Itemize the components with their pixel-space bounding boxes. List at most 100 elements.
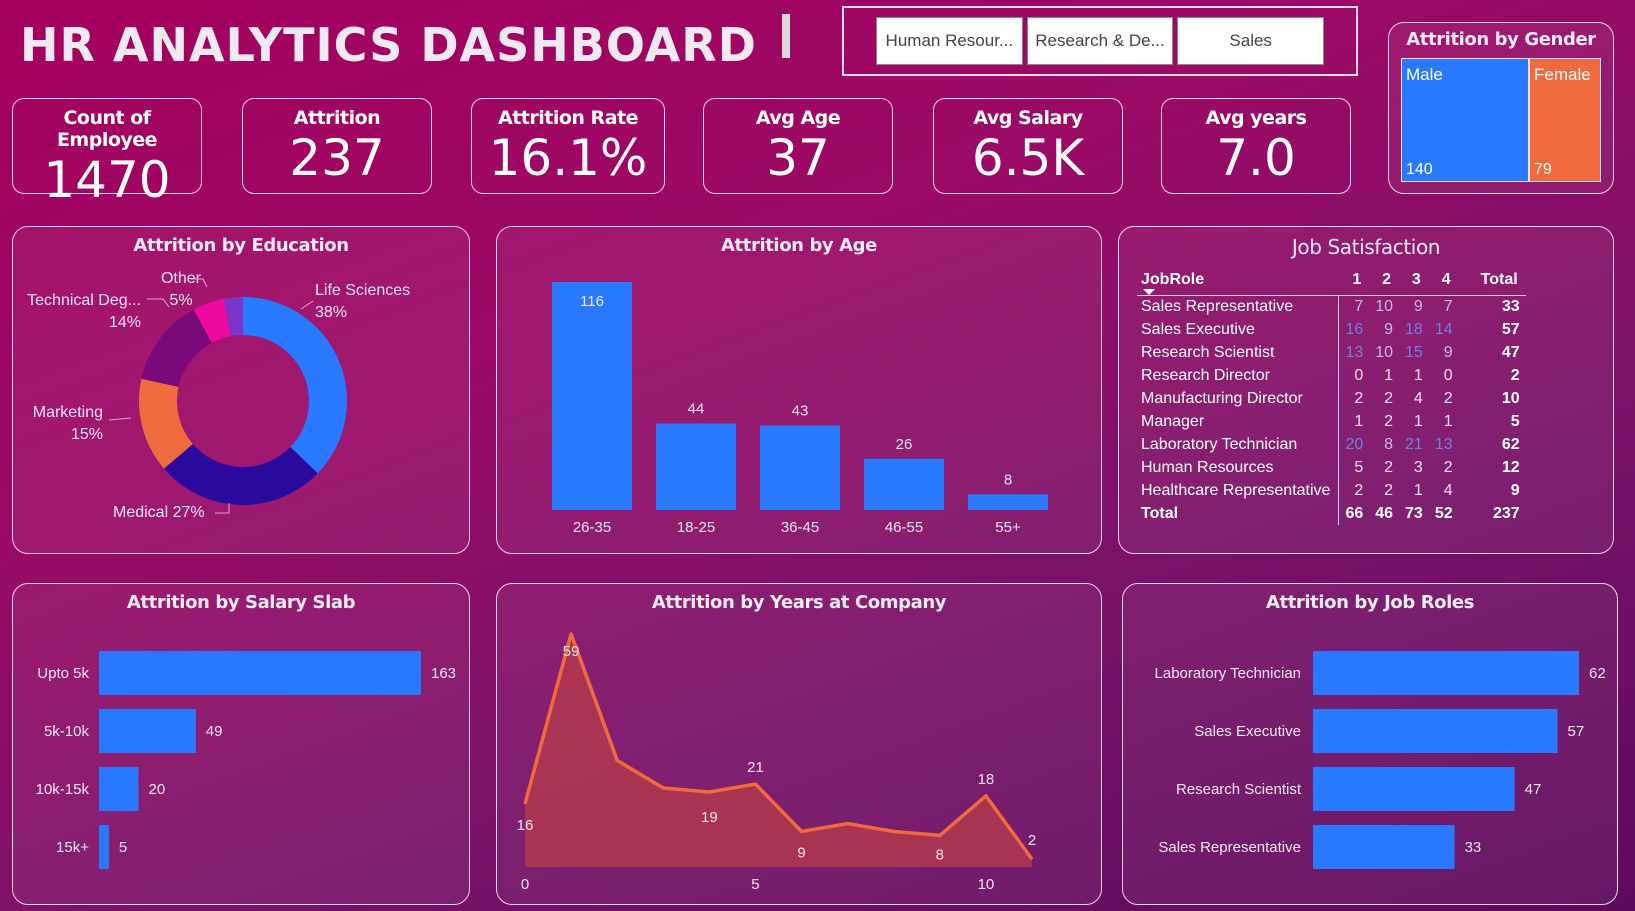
y-category-label: 5k-10k xyxy=(44,723,90,740)
value-cell: 4 xyxy=(1413,389,1423,407)
column-header-4[interactable]: 4 xyxy=(1428,267,1459,296)
kpi-label: Avg Salary xyxy=(973,107,1083,129)
table-row[interactable]: Human Resources 5 2 3 2 12 xyxy=(1137,456,1526,479)
row-header: Manager xyxy=(1137,410,1340,433)
value-cell: 1 xyxy=(1413,481,1423,499)
row-total-cell: 2 xyxy=(1510,366,1520,384)
bar-sales-representative[interactable] xyxy=(1313,825,1455,869)
bar-36-45[interactable] xyxy=(760,425,840,510)
leader-line xyxy=(300,300,314,310)
column-header-total[interactable]: Total xyxy=(1458,267,1526,296)
bar-data-label: 5 xyxy=(119,839,127,856)
row-header: Sales Representative xyxy=(1137,295,1340,318)
table-row[interactable]: Research Scientist 13 10 15 9 47 xyxy=(1137,341,1526,364)
value-cell: 2 xyxy=(1354,481,1364,499)
value-cell: 13 xyxy=(1434,435,1453,453)
attrition-by-education-card: Attrition by Education Life Sciences 38% M… xyxy=(12,226,470,554)
table-row[interactable]: Manager 1 2 1 1 5 xyxy=(1137,410,1526,433)
bar-research-scientist[interactable] xyxy=(1313,767,1515,811)
bar-5k-10k[interactable] xyxy=(99,709,196,753)
value-cell: 7 xyxy=(1443,297,1453,315)
donut-data-label: 5% xyxy=(169,292,192,309)
point-data-label: 9 xyxy=(797,844,805,861)
value-cell: 1 xyxy=(1413,366,1423,384)
value-cell: 2 xyxy=(1384,481,1394,499)
table-row[interactable]: Healthcare Representative 2 2 1 4 9 xyxy=(1137,479,1526,502)
treemap-tile-female[interactable]: Female 79 xyxy=(1529,58,1601,182)
donut-slice-medical[interactable] xyxy=(164,443,318,506)
kpi-value: 6.5K xyxy=(971,129,1085,187)
donut-data-label: Life Sciences xyxy=(315,282,410,299)
bar-data-label: 49 xyxy=(206,723,223,740)
bar-data-label: 163 xyxy=(431,665,456,682)
x-tick-label: 46-55 xyxy=(885,519,923,536)
bar-15k-[interactable] xyxy=(99,825,109,869)
value-cell: 9 xyxy=(1443,343,1453,361)
table-row[interactable]: Sales Executive 16 9 18 14 57 xyxy=(1137,318,1526,341)
x-tick-label: 55+ xyxy=(995,519,1021,536)
sort-descending-icon[interactable] xyxy=(1143,289,1155,295)
bar-46-55[interactable] xyxy=(864,458,944,510)
row-header: Total xyxy=(1137,502,1340,525)
value-cell: 10 xyxy=(1375,343,1394,361)
row-header: Sales Executive xyxy=(1137,318,1340,341)
column-header-3[interactable]: 3 xyxy=(1399,267,1429,296)
column-header-1[interactable]: 1 xyxy=(1338,267,1370,296)
x-tick-label: 18-25 xyxy=(677,519,715,536)
bar-18-25[interactable] xyxy=(656,423,736,510)
bar-laboratory-technician[interactable] xyxy=(1313,651,1579,695)
leader-line xyxy=(108,417,132,421)
row-total-cell: 57 xyxy=(1501,320,1520,338)
kpi-card-avg-years: Avg years 7.0 xyxy=(1161,98,1351,194)
table-row[interactable]: Laboratory Technician 20 8 21 13 62 xyxy=(1137,433,1526,456)
kpi-value: 1470 xyxy=(43,151,171,209)
attrition-by-job-roles-card: Attrition by Job Roles Laboratory Techni… xyxy=(1122,583,1618,905)
y-category-label: Research Scientist xyxy=(1176,781,1302,798)
column-header-jobrole[interactable]: JobRole xyxy=(1137,267,1339,296)
table-row[interactable]: Sales Representative 7 10 9 7 33 xyxy=(1137,295,1526,318)
row-total-cell: 12 xyxy=(1501,458,1520,476)
point-data-label: 19 xyxy=(701,809,718,826)
x-tick-label: 5 xyxy=(751,876,759,893)
attrition-by-gender-card: Attrition by Gender Male 140 Female 79 xyxy=(1388,22,1614,194)
bar-26-35[interactable] xyxy=(552,282,632,510)
department-slicer: Human Resour... Research & De... Sales xyxy=(842,6,1358,76)
slicer-option-sales[interactable]: Sales xyxy=(1177,17,1325,65)
row-header: Healthcare Representative xyxy=(1137,479,1340,502)
bar-10k-15k[interactable] xyxy=(99,767,139,811)
x-tick-label: 10 xyxy=(978,876,995,893)
y-category-label: Sales Executive xyxy=(1194,723,1301,740)
row-total-cell: 47 xyxy=(1501,343,1520,361)
bar-upto-5k[interactable] xyxy=(99,651,421,695)
bar-55+[interactable] xyxy=(968,494,1048,510)
donut-data-label: Marketing xyxy=(33,404,103,421)
value-cell: 9 xyxy=(1384,320,1394,338)
attrition-by-age-card: Attrition by Age 116 26-35 44 18-25 43 36-45 2… xyxy=(496,226,1102,554)
column-header-2[interactable]: 2 xyxy=(1369,267,1400,296)
table-row[interactable]: Manufacturing Director 2 2 4 2 10 xyxy=(1137,387,1526,410)
table-total-row[interactable]: Total 66 46 73 52 237 xyxy=(1137,502,1526,525)
donut-data-label: 14% xyxy=(109,314,141,331)
job-satisfaction-card: Job Satisfaction JobRole 1 2 3 4 Total S… xyxy=(1118,226,1614,554)
row-total-cell: 237 xyxy=(1492,504,1520,522)
row-header: Research Scientist xyxy=(1137,341,1340,364)
kpi-value: 237 xyxy=(289,129,385,187)
slicer-option-human-resources[interactable]: Human Resour... xyxy=(876,17,1023,65)
donut-slice-life-sciences[interactable] xyxy=(243,297,348,474)
y-category-label: Upto 5k xyxy=(37,665,89,682)
treemap-value: 140 xyxy=(1406,161,1433,178)
value-cell: 2 xyxy=(1443,458,1453,476)
point-data-label: 59 xyxy=(563,643,580,660)
slicer-option-research-development[interactable]: Research & De... xyxy=(1026,17,1174,65)
bar-data-label: 62 xyxy=(1589,665,1606,682)
y-category-label: Sales Representative xyxy=(1158,839,1301,856)
value-cell: 3 xyxy=(1413,458,1423,476)
table-row[interactable]: Research Director 0 1 1 0 2 xyxy=(1137,364,1526,387)
bar-data-label: 116 xyxy=(580,293,604,310)
kpi-label: Avg years xyxy=(1205,107,1307,129)
value-cell: 7 xyxy=(1354,297,1364,315)
y-category-label: 10k-15k xyxy=(36,781,90,798)
bar-sales-executive[interactable] xyxy=(1313,709,1558,753)
treemap-tile-male[interactable]: Male 140 xyxy=(1401,58,1529,182)
row-header: Research Director xyxy=(1137,364,1340,387)
